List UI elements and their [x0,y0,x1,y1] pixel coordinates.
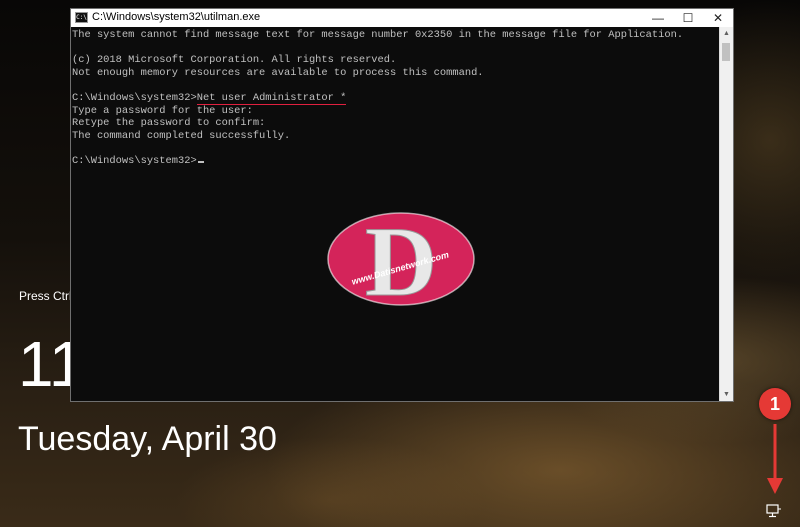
callout-arrow-icon [767,424,783,494]
vertical-scrollbar[interactable]: ▲ ▼ [719,27,733,401]
scroll-up-icon[interactable]: ▲ [720,27,733,40]
console-icon: C:\ [75,12,88,23]
lock-screen-date: Tuesday, April 30 [18,420,277,458]
maximize-button[interactable]: ☐ [673,9,703,27]
console-prompt: C:\Windows\system32> [72,154,197,167]
console-line: Retype the password to confirm: [72,117,266,130]
text-cursor [197,160,204,163]
command-line: C:\Windows\system32>Net user Administrat… [72,91,721,105]
scroll-thumb[interactable] [722,43,730,61]
close-button[interactable]: ✕ [703,9,733,27]
console-line: (c) 2018 Microsoft Corporation. All righ… [72,54,397,67]
window-title: C:\Windows\system32\utilman.exe [92,11,261,23]
typed-command: Net user Administrator * [196,91,347,105]
scroll-down-icon[interactable]: ▼ [720,388,733,401]
prompt-line[interactable]: C:\Windows\system32> [72,155,721,168]
console-line: Type a password for the user: [72,104,253,117]
console-line: The command completed successfully. [72,129,291,142]
network-icon[interactable] [766,504,782,518]
console-line: The system cannot find message text for … [72,29,684,41]
console-window[interactable]: C:\ C:\Windows\system32\utilman.exe — ☐ … [70,8,734,402]
callout-badge: 1 [759,388,791,420]
minimize-button[interactable]: — [643,9,673,27]
watermark-logo: D www.Datisnetwork.com [327,209,475,309]
console-prompt: C:\Windows\system32> [72,91,197,104]
title-bar[interactable]: C:\ C:\Windows\system32\utilman.exe — ☐ … [71,9,733,27]
console-line: Not enough memory resources are availabl… [72,66,484,79]
